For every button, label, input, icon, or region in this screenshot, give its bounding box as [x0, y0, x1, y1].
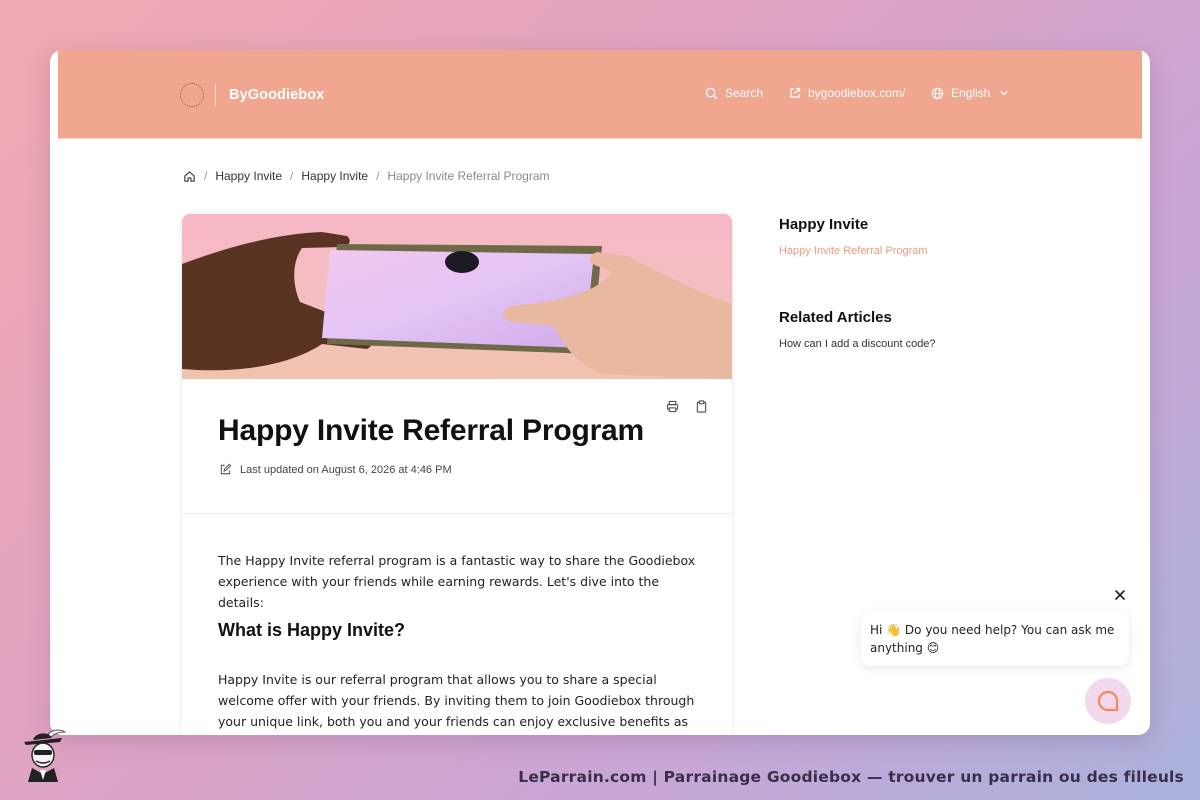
- copy-icon[interactable]: [695, 400, 708, 413]
- leparrain-logo: [18, 728, 68, 786]
- chevron-down-icon: [1000, 91, 1008, 96]
- breadcrumb-separator: /: [376, 169, 380, 183]
- breadcrumb-separator: /: [204, 169, 208, 183]
- search-link[interactable]: Search: [705, 86, 763, 100]
- section-heading: What is Happy Invite?: [218, 620, 406, 640]
- site-link-label[interactable]: bygoodiebox.com/: [808, 86, 905, 100]
- search-label[interactable]: Search: [725, 86, 763, 100]
- article-tools: [666, 400, 708, 413]
- article-intro: The Happy Invite referral program is a f…: [218, 553, 696, 610]
- globe-icon: [931, 87, 944, 99]
- logo-icon: [180, 83, 204, 107]
- breadcrumb-separator: /: [290, 169, 294, 183]
- breadcrumb: / Happy Invite / Happy Invite / Happy In…: [183, 169, 550, 183]
- home-icon[interactable]: [183, 170, 196, 183]
- search-icon: [705, 87, 718, 99]
- brand-divider: [215, 84, 216, 106]
- brand-name[interactable]: ByGoodiebox: [229, 87, 324, 103]
- chat-bubble[interactable]: Hi 👋 Do you need help? You can ask me an…: [861, 612, 1129, 666]
- chat-icon: [1097, 690, 1119, 712]
- article-paragraph: Happy Invite is our referral program tha…: [218, 672, 695, 729]
- chat-message: Hi 👋 Do you need help? You can ask me an…: [870, 623, 1115, 655]
- sidebar-article-link[interactable]: Happy Invite Referral Program: [779, 245, 928, 257]
- hero-image: [182, 214, 732, 379]
- breadcrumb-current: Happy Invite Referral Program: [387, 169, 550, 183]
- print-icon[interactable]: [666, 400, 679, 413]
- last-updated-text: Last updated on August 6, 2026 at 4:46 P…: [240, 463, 452, 476]
- language-selector[interactable]: English: [931, 86, 1009, 100]
- site-link[interactable]: bygoodiebox.com/: [789, 86, 905, 100]
- edit-icon: [220, 463, 232, 475]
- site-header: ByGoodiebox Search bygoodiebox.com/ Engl…: [58, 50, 1142, 139]
- last-updated: Last updated on August 6, 2026 at 4:46 P…: [219, 463, 452, 476]
- article-card: Happy Invite Referral Program Last updat…: [182, 214, 732, 735]
- brand[interactable]: ByGoodiebox: [180, 81, 324, 109]
- breadcrumb-item-2[interactable]: Happy Invite: [301, 169, 368, 183]
- related-articles-title: Related Articles: [779, 309, 892, 326]
- sidebar-section-title: Happy Invite: [779, 216, 869, 233]
- language-label[interactable]: English: [951, 86, 990, 100]
- footer-caption: LeParrain.com | Parrainage Goodiebox — t…: [518, 768, 1184, 786]
- external-link-icon: [790, 87, 801, 98]
- divider: [182, 513, 732, 514]
- close-icon[interactable]: [1113, 588, 1127, 602]
- article-title: Happy Invite Referral Program: [218, 414, 645, 447]
- chat-launcher-button[interactable]: [1085, 678, 1131, 724]
- related-article-link[interactable]: How can I add a discount code?: [779, 338, 936, 350]
- breadcrumb-item-1[interactable]: Happy Invite: [215, 169, 282, 183]
